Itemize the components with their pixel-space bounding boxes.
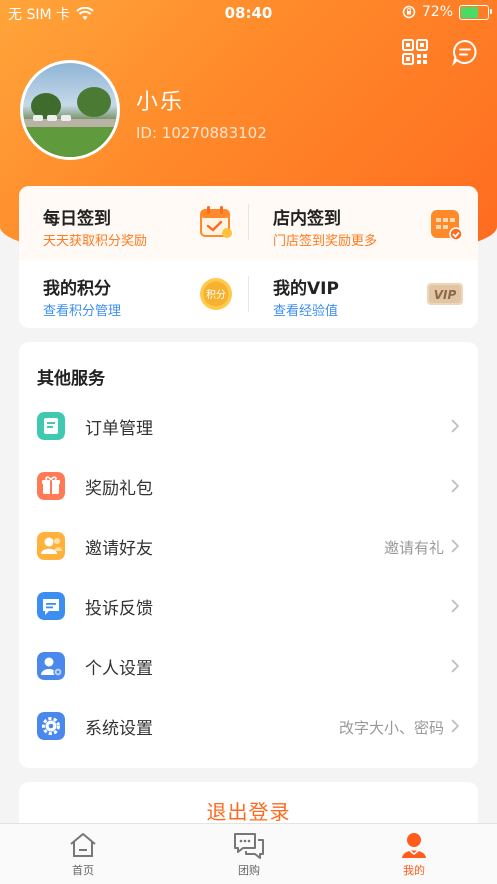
qr-code-icon[interactable] bbox=[401, 38, 429, 66]
my-vip-title: 我的VIP bbox=[273, 279, 339, 299]
tab-mine-label: 我的 bbox=[403, 864, 425, 877]
tab-group-buy-label: 团购 bbox=[238, 864, 260, 877]
feedback-icon bbox=[37, 592, 65, 620]
settings-gear-icon bbox=[37, 712, 65, 740]
user-settings-icon bbox=[37, 652, 65, 680]
store-checkin-button[interactable]: 店内签到 门店签到奖励更多 bbox=[249, 188, 478, 258]
person-icon bbox=[402, 833, 426, 858]
personal-settings-item[interactable]: 个人设置 bbox=[19, 638, 478, 698]
daily-checkin-button[interactable]: 每日签到 天天获取积分奖励 bbox=[19, 188, 248, 258]
logout-label: 退出登录 bbox=[206, 800, 291, 824]
complaint-feedback-item[interactable]: 投诉反馈 bbox=[19, 578, 478, 638]
battery-percent: 72% bbox=[421, 4, 453, 20]
complaint-feedback-label: 投诉反馈 bbox=[85, 599, 153, 619]
my-vip-button[interactable]: 我的VIP 查看经验值 VIP bbox=[249, 258, 478, 328]
status-bar: 无 SIM 卡 08:40 72% bbox=[0, 0, 497, 28]
user-id: ID: 10270883102 bbox=[136, 124, 267, 142]
avatar[interactable] bbox=[20, 60, 120, 160]
reward-package-item[interactable]: 奖励礼包 bbox=[19, 458, 478, 518]
user-name: 小乐 bbox=[136, 90, 185, 115]
tab-bar: 首页 团购 我的 bbox=[0, 823, 497, 884]
tab-group-buy[interactable]: 团购 bbox=[166, 824, 332, 884]
invite-friends-label: 邀请好友 bbox=[85, 539, 153, 559]
my-points-title: 我的积分 bbox=[43, 279, 111, 299]
avatar-car bbox=[61, 115, 71, 121]
avatar-grass bbox=[23, 127, 117, 157]
vip-card-badge: VIP bbox=[434, 288, 457, 302]
my-points-button[interactable]: 我的积分 查看积分管理 积分 bbox=[19, 258, 248, 328]
invite-friends-item[interactable]: 邀请好友 邀请有礼 bbox=[19, 518, 478, 578]
order-management-label: 订单管理 bbox=[85, 419, 153, 439]
order-management-item[interactable]: 订单管理 bbox=[19, 398, 478, 458]
tab-home[interactable]: 首页 bbox=[0, 824, 166, 884]
calendar-check-icon bbox=[200, 206, 232, 238]
chevron-right-icon bbox=[451, 719, 460, 733]
points-coin-icon: 积分 bbox=[200, 278, 232, 310]
my-vip-subtitle: 查看经验值 bbox=[273, 304, 339, 319]
chat-bubbles-icon bbox=[234, 833, 264, 859]
avatar-tree bbox=[77, 87, 111, 117]
avatar-car bbox=[33, 115, 43, 121]
daily-checkin-title: 每日签到 bbox=[43, 209, 111, 229]
vip-card-icon: VIP bbox=[427, 283, 463, 305]
tab-mine[interactable]: 我的 bbox=[331, 824, 497, 884]
chevron-right-icon bbox=[451, 539, 460, 553]
chevron-right-icon bbox=[451, 479, 460, 493]
system-settings-hint: 改字大小、密码 bbox=[338, 719, 444, 737]
store-checkin-subtitle: 门店签到奖励更多 bbox=[273, 234, 378, 249]
tab-home-label: 首页 bbox=[72, 864, 94, 877]
battery-fill bbox=[461, 6, 479, 18]
my-points-subtitle: 查看积分管理 bbox=[43, 304, 122, 319]
points-coin-badge: 积分 bbox=[206, 289, 226, 301]
reward-package-label: 奖励礼包 bbox=[85, 479, 153, 499]
services-card: 其他服务 订单管理 奖励礼包 邀请好友 邀请有礼 投诉反馈 个人设置 系统设置 … bbox=[19, 342, 478, 768]
store-checkin-title: 店内签到 bbox=[273, 209, 341, 229]
chevron-right-icon bbox=[451, 659, 460, 673]
quick-actions-card: 每日签到 天天获取积分奖励 店内签到 门店签到奖励更多 我的积分 查看积分管理 bbox=[19, 186, 478, 328]
battery-icon bbox=[459, 4, 492, 20]
daily-checkin-subtitle: 天天获取积分奖励 bbox=[43, 234, 148, 249]
orientation-lock-icon bbox=[402, 5, 416, 19]
order-icon bbox=[37, 412, 65, 440]
chevron-right-icon bbox=[451, 599, 460, 613]
invite-friends-hint: 邀请有礼 bbox=[383, 539, 444, 557]
store-calendar-icon bbox=[431, 210, 463, 241]
services-title: 其他服务 bbox=[37, 369, 105, 389]
message-icon[interactable] bbox=[451, 38, 479, 66]
gift-icon bbox=[37, 472, 65, 500]
home-icon bbox=[70, 833, 96, 857]
system-settings-item[interactable]: 系统设置 改字大小、密码 bbox=[19, 698, 478, 758]
chevron-right-icon bbox=[451, 419, 460, 433]
avatar-car bbox=[47, 115, 57, 121]
personal-settings-label: 个人设置 bbox=[85, 659, 153, 679]
invite-icon bbox=[37, 532, 65, 560]
system-settings-label: 系统设置 bbox=[85, 719, 153, 739]
header-actions bbox=[401, 38, 479, 66]
